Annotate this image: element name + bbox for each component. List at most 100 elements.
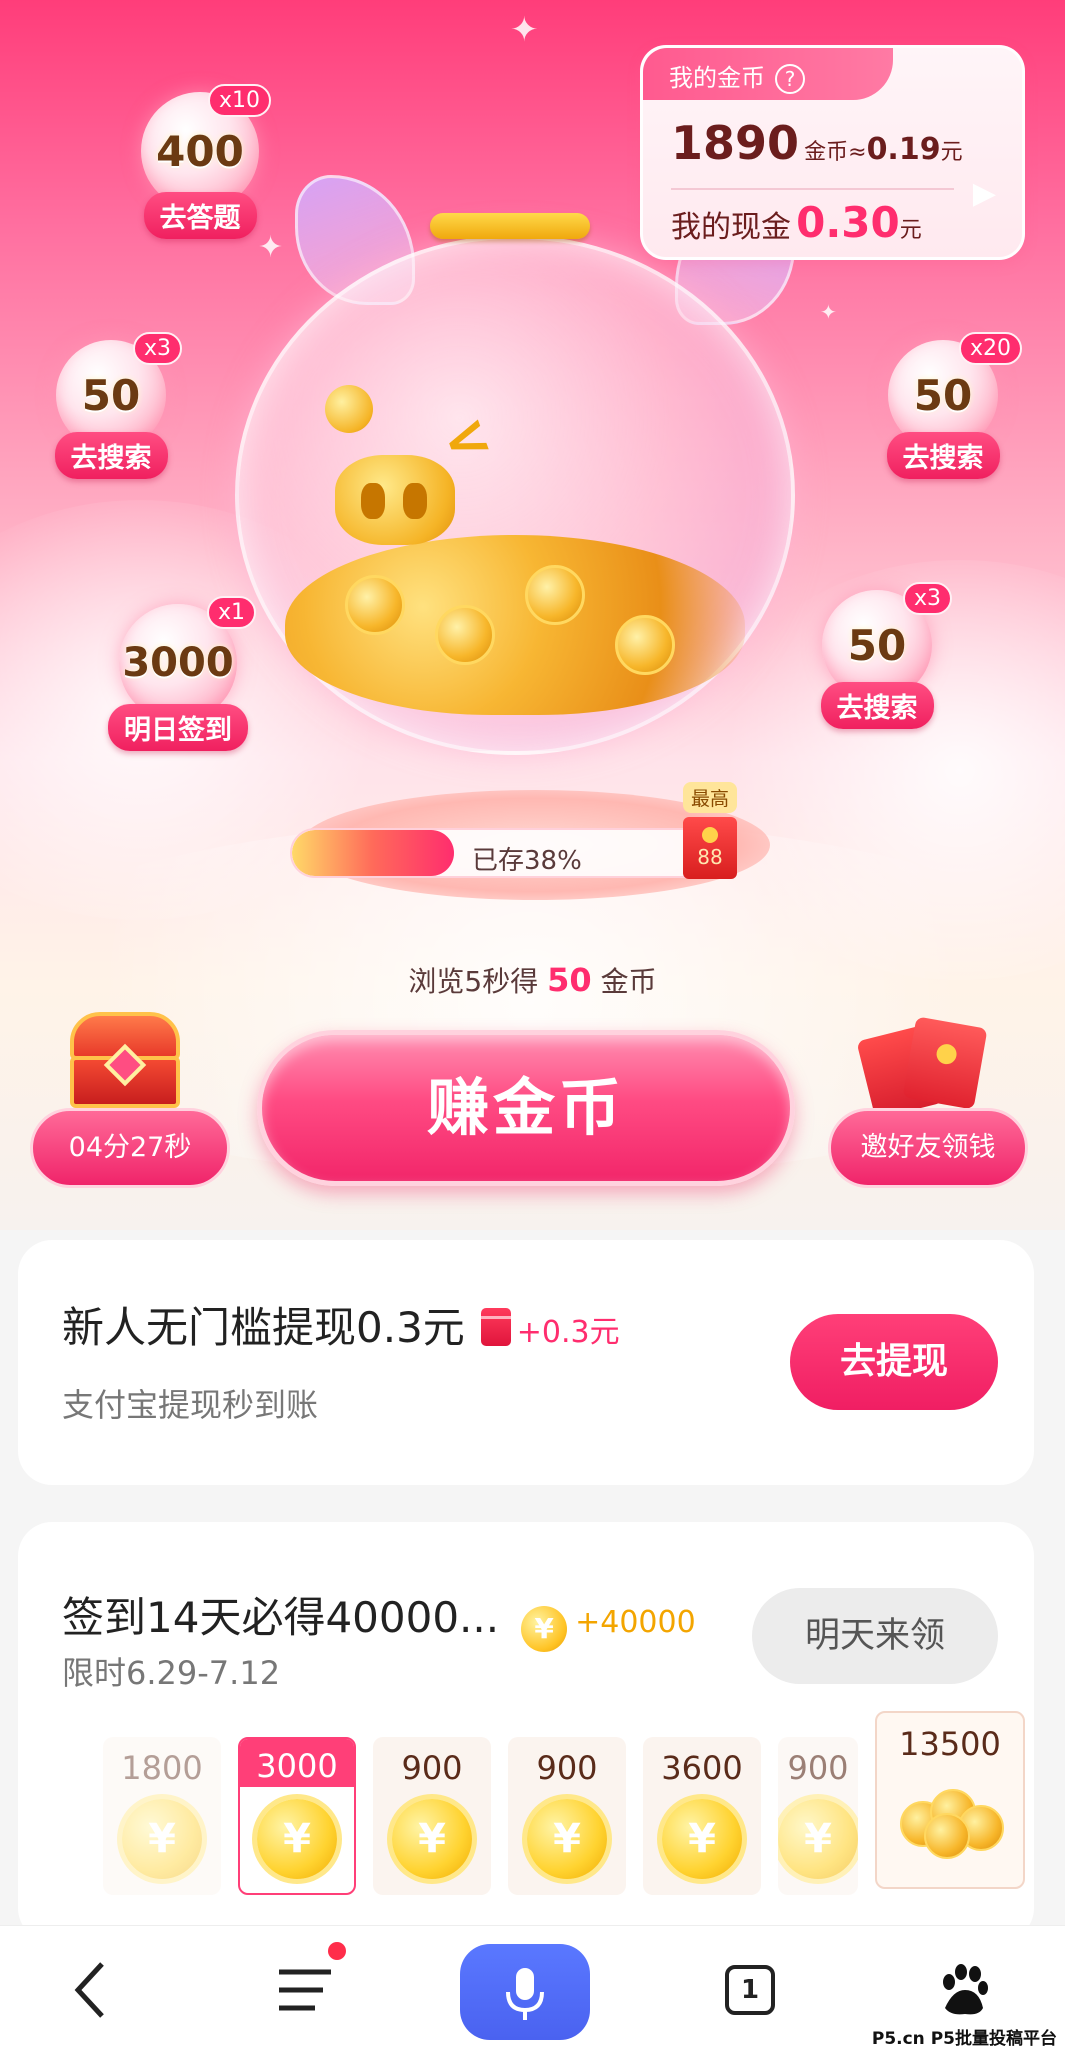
pig-snout xyxy=(335,455,455,545)
signin-day-final: 13500 xyxy=(875,1711,1025,1889)
bubble-search-1[interactable]: 50 x3 去搜索 xyxy=(46,332,182,479)
day-amount: 3000 xyxy=(240,1739,354,1787)
voice-search-button[interactable] xyxy=(460,1944,590,2040)
bubble-search-2[interactable]: 50 x20 去搜索 xyxy=(878,332,1022,479)
cash-label: 我的现金 xyxy=(671,210,791,245)
notification-dot xyxy=(328,1942,346,1960)
withdraw-subtitle: 支付宝提现秒到账 xyxy=(62,1386,319,1424)
signin-day: 900 ¥ xyxy=(373,1737,491,1895)
day-amount: 1800 xyxy=(121,1749,203,1787)
signin-title: 签到14天必得40000... xyxy=(62,1593,500,1642)
signin-day: 900 ¥ xyxy=(778,1737,858,1895)
wallet-header: 我的金币? xyxy=(643,48,893,100)
bubble-label: 明日签到 xyxy=(108,704,248,751)
help-icon[interactable]: ? xyxy=(775,64,805,94)
coin-icon xyxy=(525,565,585,625)
microphone-icon xyxy=(506,1968,544,2020)
progress-text: 已存38% xyxy=(472,846,582,876)
signin-day: 1800 ¥ xyxy=(103,1737,221,1895)
sparkle-icon: ✦ xyxy=(820,300,837,324)
back-button[interactable] xyxy=(50,1926,130,2052)
signin-day: 3600 ¥ xyxy=(643,1737,761,1895)
withdraw-reward: +0.3元 xyxy=(516,1315,620,1350)
withdraw-card: 新人无门槛提现0.3元 +0.3元 支付宝提现秒到账 去提现 xyxy=(18,1240,1034,1485)
red-envelope-icon[interactable] xyxy=(856,1016,988,1120)
cash-balance-row: 我的现金 0.30元 xyxy=(671,198,922,247)
signin-reward: +40000 xyxy=(575,1605,696,1640)
coin-icon: ¥ xyxy=(778,1799,858,1879)
coin-icon: ¥ xyxy=(257,1799,337,1879)
wallet-card[interactable]: 我的金币? 1890 金币≈0.19元 我的现金 0.30元 ▶ xyxy=(640,45,1025,260)
menu-icon xyxy=(279,1969,331,2010)
day-amount: 3600 xyxy=(661,1749,743,1787)
bubble-label: 去搜索 xyxy=(820,682,934,729)
coin-cash-equivalent: 0.19 xyxy=(866,132,941,167)
coin-icon: ¥ xyxy=(392,1799,472,1879)
bubble-value: 50 xyxy=(847,620,907,670)
signin-day-today[interactable]: 3000 ¥ xyxy=(238,1737,356,1895)
bubble-multiplier: x20 xyxy=(958,332,1022,365)
bubble-value: 50 xyxy=(81,370,141,420)
cash-unit: 元 xyxy=(899,218,922,243)
coin-icon: ¥ xyxy=(521,1606,568,1652)
day-amount: 900 xyxy=(787,1749,849,1787)
back-arrow-icon xyxy=(74,1961,104,2018)
chevron-right-icon[interactable]: ▶ xyxy=(973,176,996,211)
day-amount: 900 xyxy=(536,1749,598,1787)
bottom-nav: 1 P5.cn P5批量投稿平台 xyxy=(0,1925,1065,2052)
coin-icon xyxy=(435,605,495,665)
watermark-text: P5.cn P5批量投稿平台 xyxy=(871,2029,1057,2049)
bubble-quiz[interactable]: 400 x10 去答题 xyxy=(115,84,285,239)
coin-balance: 1890 xyxy=(671,116,800,170)
withdraw-title: 新人无门槛提现0.3元 xyxy=(62,1303,465,1352)
bubble-multiplier: x3 xyxy=(132,332,182,365)
withdraw-button[interactable]: 去提现 xyxy=(790,1314,998,1410)
bubble-search-3[interactable]: 50 x3 去搜索 xyxy=(812,582,952,729)
timer-button[interactable]: 04分27秒 xyxy=(30,1108,230,1188)
signin-day: 900 ¥ xyxy=(508,1737,626,1895)
max-value: 88 xyxy=(697,845,723,869)
bubble-label: 去答题 xyxy=(143,192,257,239)
bubble-label: 去搜索 xyxy=(886,432,1000,479)
bubble-multiplier: x1 xyxy=(206,596,256,629)
treasure-chest-icon[interactable] xyxy=(70,1012,180,1108)
signin-card: 签到14天必得40000... ¥ +40000 限时6.29-7.12 明天来领 … xyxy=(18,1522,1034,1942)
max-label: 最高 xyxy=(683,782,738,813)
max-reward: 最高 88 xyxy=(683,782,738,879)
coin-icon: ¥ xyxy=(122,1799,202,1879)
baidu-paw-icon xyxy=(943,1963,988,2014)
day-amount: 13500 xyxy=(899,1725,1001,1763)
piggy-bank-illustration: < xyxy=(235,175,815,775)
coin-icon xyxy=(615,615,675,675)
bubble-label: 去搜索 xyxy=(54,432,168,479)
tab-count: 1 xyxy=(725,1964,775,2015)
signin-days-row: 1800 ¥ 3000 ¥ 900 ¥ 900 ¥ 3600 ¥ 900 ¥ 1… xyxy=(63,1711,1034,1927)
bubble-signin[interactable]: 3000 x1 明日签到 xyxy=(98,596,258,751)
savings-progress-bar: 已存38% xyxy=(290,828,720,878)
day-amount: 900 xyxy=(401,1749,463,1787)
bubble-multiplier: x10 xyxy=(207,84,271,117)
coin-slot xyxy=(430,213,590,239)
come-tomorrow-button[interactable]: 明天来领 xyxy=(752,1588,998,1684)
earn-coins-button[interactable]: 赚金币 xyxy=(257,1030,795,1186)
red-envelope-icon: 88 xyxy=(683,817,737,879)
divider xyxy=(671,188,954,190)
coin-icon xyxy=(345,575,405,635)
wallet-title: 我的金币 xyxy=(669,64,765,92)
signin-title-row: 签到14天必得40000... ¥ +40000 xyxy=(62,1584,696,1652)
bubble-value: 400 xyxy=(156,126,244,176)
bubble-multiplier: x3 xyxy=(902,582,952,615)
coin-icon: ¥ xyxy=(527,1799,607,1879)
tabs-button[interactable]: 1 xyxy=(720,1926,780,2052)
coin-icon: ¥ xyxy=(662,1799,742,1879)
yuan-unit: 元 xyxy=(940,140,963,165)
invite-friends-button[interactable]: 邀好友领钱 xyxy=(828,1108,1028,1188)
hero-section: ✦ ✦ ✦ < 400 x10 去答题 50 x3 去搜索 3000 x1 明日… xyxy=(0,0,1065,1230)
coin-unit: 金币≈ xyxy=(804,140,867,165)
bubble-value: 50 xyxy=(913,370,973,420)
withdraw-title-row: 新人无门槛提现0.3元 +0.3元 xyxy=(62,1294,620,1355)
browse-suffix: 金币 xyxy=(600,965,657,998)
coin-balance-row: 1890 金币≈0.19元 xyxy=(671,116,963,170)
red-envelope-icon xyxy=(480,1308,511,1346)
pig-eye xyxy=(325,385,373,433)
